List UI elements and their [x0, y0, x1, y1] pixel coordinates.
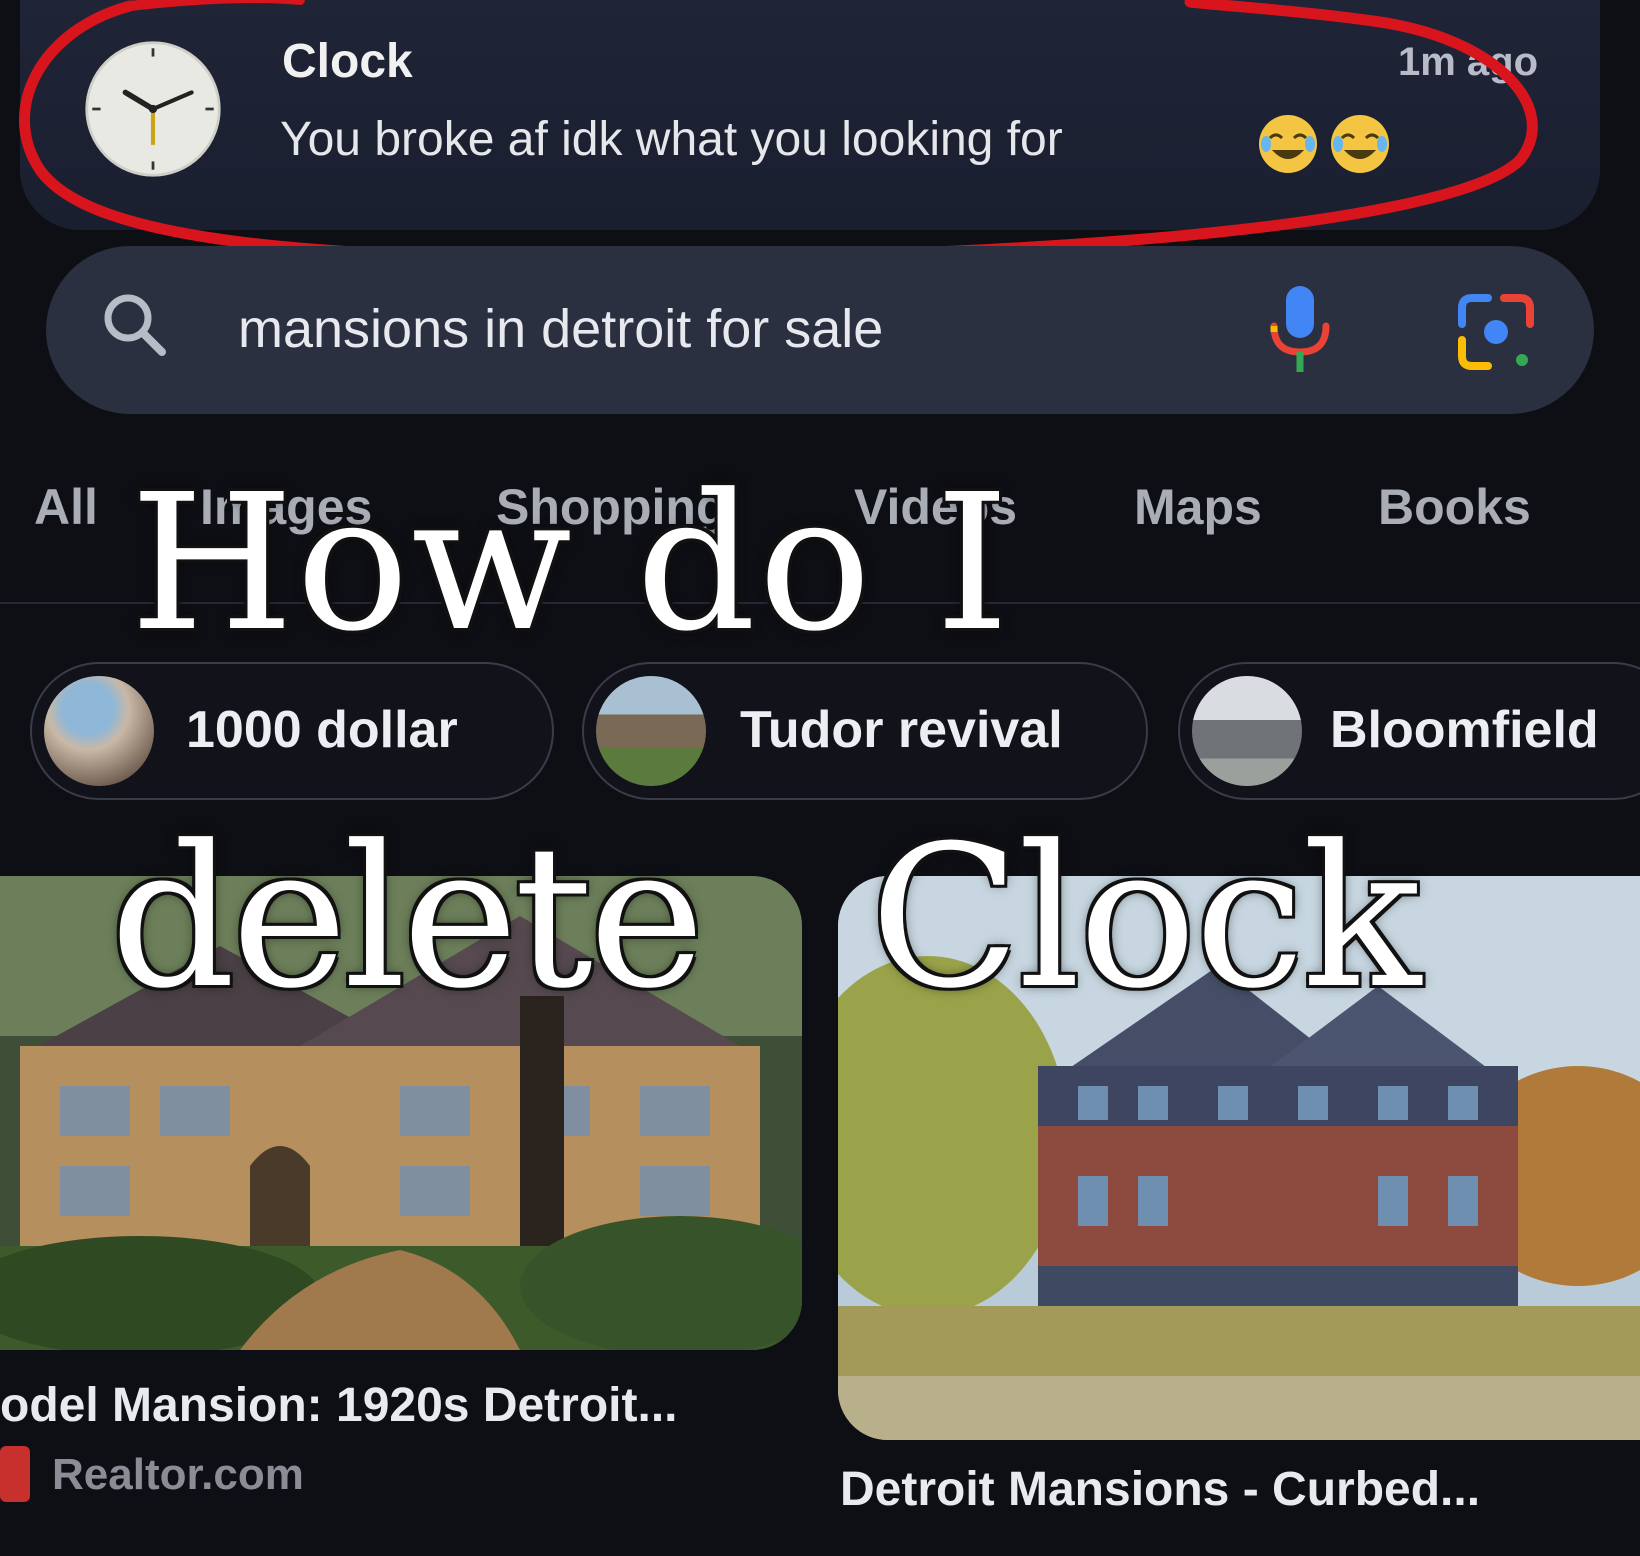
meme-caption-line-1: How do I	[130, 454, 1012, 673]
tab-books[interactable]: Books	[1378, 478, 1531, 536]
tab-maps[interactable]: Maps	[1134, 478, 1262, 536]
notification-emojis	[1256, 112, 1392, 176]
search-results-screen: Clock 1m ago You broke af idk what you l…	[0, 0, 1640, 1556]
chip-bloomfield[interactable]: Bloomfield	[1178, 662, 1640, 800]
chip-label: Bloomfield	[1330, 701, 1599, 759]
chip-thumbnail	[596, 676, 706, 786]
crying-laughing-emoji-icon	[1259, 115, 1317, 173]
crying-laughing-emoji-icon	[1331, 115, 1389, 173]
meme-caption-line-2: delete	[110, 804, 705, 1032]
notification-app-name: Clock	[282, 35, 413, 88]
result-caption[interactable]: Detroit Mansions - Curbed...	[840, 1462, 1480, 1517]
realtor-favicon-icon	[0, 1446, 30, 1502]
chip-1000-dollar[interactable]: 1000 dollar	[30, 662, 554, 800]
tab-all[interactable]: All	[34, 478, 98, 536]
search-input[interactable]: mansions in detroit for sale	[238, 298, 883, 360]
notification-message: You broke af idk what you looking for	[280, 113, 1063, 166]
clock-app-icon	[85, 41, 221, 177]
chip-label: Tudor revival	[740, 701, 1063, 759]
chip-tudor-revival[interactable]: Tudor revival	[582, 662, 1148, 800]
result-caption[interactable]: odel Mansion: 1920s Detroit...	[0, 1378, 677, 1433]
mic-icon[interactable]	[1262, 280, 1338, 380]
search-icon	[104, 294, 166, 356]
chip-label: 1000 dollar	[186, 701, 458, 759]
chip-thumbnail	[1192, 676, 1302, 786]
lens-icon[interactable]	[1454, 290, 1538, 374]
chip-thumbnail	[44, 676, 154, 786]
result-source: Realtor.com	[52, 1450, 304, 1499]
meme-caption-line-3: Clock	[870, 804, 1421, 1032]
notification-time: 1m ago	[1398, 40, 1539, 84]
